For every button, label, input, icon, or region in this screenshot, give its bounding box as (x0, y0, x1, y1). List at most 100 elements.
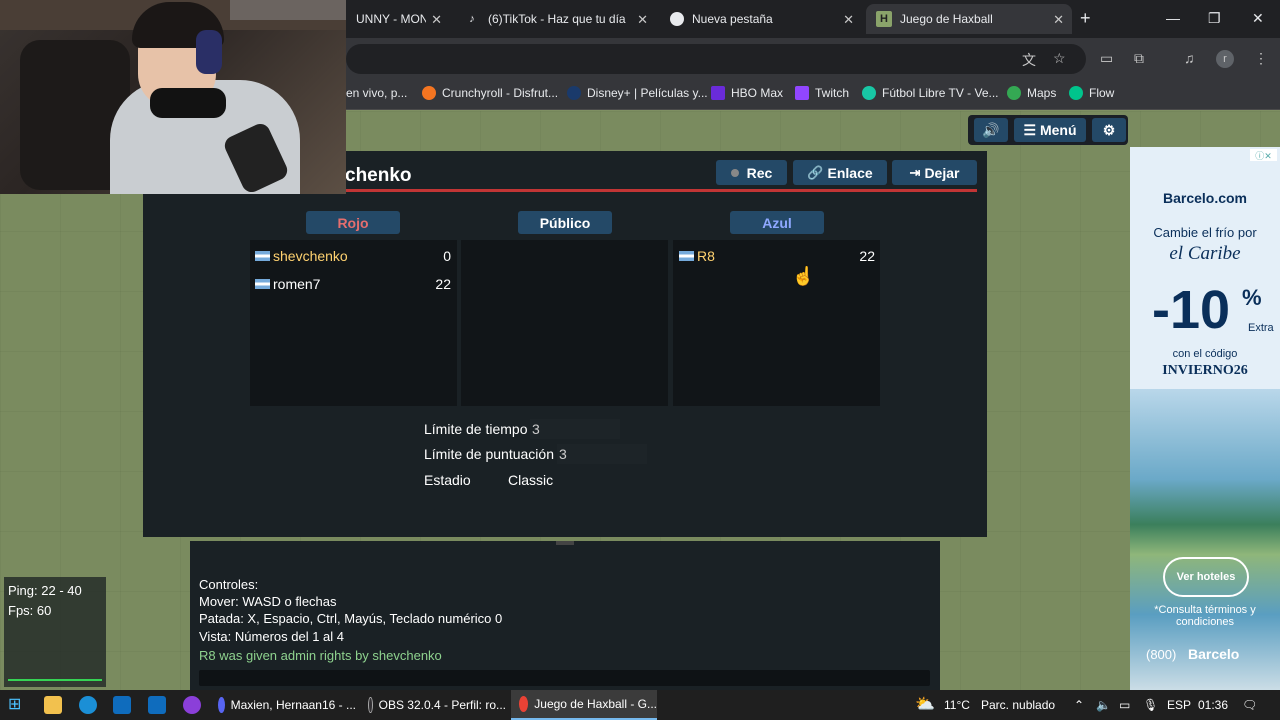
more-icon[interactable]: ⋮ (1254, 50, 1268, 67)
blue-team-button[interactable]: Azul (730, 211, 824, 234)
mail-icon[interactable] (148, 696, 166, 714)
time-limit-value[interactable]: 3 (530, 419, 620, 439)
red-team-button[interactable]: Rojo (306, 211, 400, 234)
ad-info-close-icon[interactable]: ⓘ✕ (1250, 149, 1277, 161)
store-icon[interactable] (113, 696, 131, 714)
volume-icon[interactable]: 🔈 (1096, 698, 1111, 712)
player-name: romen7 (273, 276, 321, 292)
media-icon[interactable]: ♫ (1184, 50, 1195, 66)
player-row[interactable]: shevchenko (255, 245, 348, 267)
bookmark-item[interactable]: HBO Max (711, 86, 783, 100)
chat-line: Controles: (199, 577, 259, 592)
extensions-icon[interactable]: ⧉ (1134, 50, 1144, 67)
maps-icon (1007, 86, 1021, 100)
weather-temp[interactable]: 11°C (944, 698, 970, 712)
file-explorer-icon[interactable] (44, 696, 62, 714)
windows-start-icon[interactable]: ⊞ (8, 696, 26, 714)
headphones-icon (196, 30, 222, 74)
bookmark-item[interactable]: Maps (1007, 86, 1056, 100)
score-limit-value[interactable]: 3 (557, 444, 647, 464)
chat-line: Patada: X, Espacio, Ctrl, Mayús, Teclado… (199, 611, 503, 626)
menu-button[interactable]: ☰ Menú (1014, 118, 1086, 142)
crunchyroll-icon (422, 86, 436, 100)
cast-icon[interactable]: ▭ (1100, 50, 1113, 67)
ad-headline-italic: el Caribe (1169, 243, 1241, 264)
taskbar-item-chrome[interactable]: Juego de Haxball - G... (511, 690, 657, 720)
bookmark-label: Twitch (815, 86, 850, 100)
bookmark-item[interactable]: Disney+ | Películas y... (567, 86, 708, 100)
tab-title: Juego de Haxball (900, 12, 993, 26)
maximize-button[interactable]: ❐ (1208, 10, 1221, 27)
bookmark-label: en vivo, p... (346, 86, 408, 100)
spectators-button[interactable]: Público (518, 211, 612, 234)
app-icon[interactable] (183, 696, 201, 714)
leave-button[interactable]: ⇥ Dejar (892, 160, 977, 185)
profile-avatar[interactable]: r (1216, 50, 1234, 68)
clock[interactable]: 01:36 (1198, 698, 1228, 712)
tab-haxball[interactable]: H Juego de Haxball ✕ (866, 4, 1072, 34)
sound-button[interactable]: 🔊 (974, 118, 1008, 142)
weather-icon[interactable]: ⛅ (915, 694, 935, 714)
ad-cta-button[interactable]: Ver hoteles (1163, 557, 1249, 597)
player-score: 0 (443, 248, 451, 264)
tab-music[interactable]: UNNY - MONA ✕ (346, 4, 450, 34)
translate-icon[interactable]: 文 (1022, 50, 1036, 70)
star-icon[interactable]: ☆ (1053, 50, 1066, 67)
address-input[interactable] (346, 44, 1086, 74)
bookmark-item[interactable]: Fútbol Libre TV - Ve... (862, 86, 999, 100)
weather-desc[interactable]: Parc. nublado (981, 698, 1055, 712)
new-tab-button[interactable]: + (1080, 8, 1091, 29)
link-icon: 🔗 (807, 164, 824, 180)
language-indicator[interactable]: ESP (1167, 698, 1191, 712)
taskbar-item-label: Maxien, Hernaan16 - ... (230, 698, 356, 712)
rec-button[interactable]: Rec (716, 160, 787, 185)
ad-headline: Cambie el frío por (1153, 225, 1257, 240)
bookmark-label: Disney+ | Películas y... (587, 86, 708, 100)
link-button[interactable]: 🔗 Enlace (793, 160, 887, 185)
chevron-up-icon[interactable]: ⌃ (1074, 698, 1084, 712)
player-score: 22 (859, 248, 875, 264)
bookmark-item[interactable]: Flow (1069, 86, 1114, 100)
leave-icon: ⇥ (909, 164, 921, 180)
fps-readout: Fps: 60 (8, 603, 52, 618)
taskbar-item-discord[interactable]: Maxien, Hernaan16 - ... (210, 690, 356, 720)
close-icon[interactable]: ✕ (1053, 12, 1064, 28)
close-icon[interactable]: ✕ (637, 12, 648, 28)
close-window-button[interactable]: ✕ (1252, 10, 1264, 27)
speaker-icon: 🔊 (982, 121, 1000, 138)
record-dot-icon (730, 168, 739, 177)
player-row[interactable]: romen7 (255, 273, 320, 295)
room-title: chenko (345, 165, 412, 186)
ad-code-prefix: con el código (1172, 348, 1238, 360)
chat-line: Vista: Números del 1 al 4 (199, 629, 344, 644)
bookmark-item[interactable]: Crunchyroll - Disfrut... (422, 86, 558, 100)
notifications-icon[interactable]: 🗨 (1242, 698, 1257, 712)
score-limit-label: Límite de puntuación (424, 446, 554, 462)
ad-disclaimer: *Consulta términos y condiciones (1154, 604, 1256, 628)
close-icon[interactable]: ✕ (431, 12, 442, 28)
stadium-value[interactable]: Classic (508, 472, 553, 488)
player-name: R8 (697, 248, 715, 264)
leave-label: Dejar (924, 164, 960, 181)
edge-icon[interactable] (79, 696, 97, 714)
chat-resize-handle[interactable] (556, 541, 574, 545)
tiktok-icon: ♪ (469, 13, 475, 25)
close-icon[interactable]: ✕ (843, 12, 854, 28)
network-icon[interactable]: ▭ (1119, 698, 1130, 712)
spectators-list (461, 240, 668, 406)
time-limit-label: Límite de tiempo (424, 421, 528, 437)
bookmark-item[interactable]: en vivo, p... (346, 86, 407, 100)
player-row[interactable]: R8 (679, 245, 715, 267)
tab-tiktok[interactable]: ♪ (6)TikTok - Haz que tu día se ✕ (454, 4, 656, 34)
settings-button[interactable]: ⚙ (1092, 118, 1126, 142)
minimize-button[interactable]: — (1166, 10, 1180, 26)
advertisement-banner[interactable]: Barcelo.com Cambie el frío por el Caribe… (1130, 147, 1280, 690)
tab-new-tab[interactable]: Nueva pestaña ✕ (660, 4, 862, 34)
microphone-tray-icon[interactable]: 🎙 (1143, 698, 1158, 712)
webcam-overlay (0, 0, 346, 194)
bookmark-item[interactable]: Twitch (795, 86, 849, 100)
ad-footer-number: (800) (1146, 647, 1177, 662)
obs-icon (368, 697, 373, 713)
taskbar-item-obs[interactable]: OBS 32.0.4 - Perfil: ro... (360, 690, 506, 720)
chat-input[interactable] (199, 670, 930, 686)
